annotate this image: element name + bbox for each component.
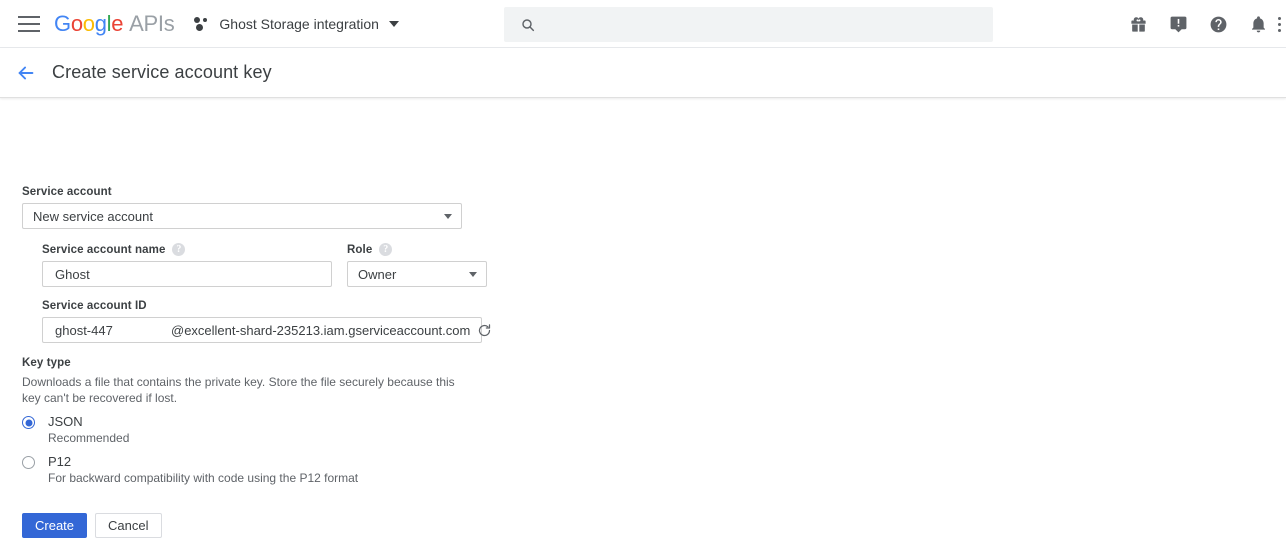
service-account-name-label: Service account name ? — [42, 243, 332, 256]
role-label: Role ? — [347, 243, 487, 256]
hamburger-bar — [18, 22, 40, 25]
radio-p12[interactable] — [22, 456, 35, 469]
key-type-option-p12[interactable]: P12 For backward compatibility with code… — [22, 454, 542, 486]
service-account-name-field: Service account name ? — [42, 243, 332, 287]
hamburger-bar — [18, 29, 40, 32]
help-circle-icon[interactable]: ? — [379, 243, 393, 256]
service-account-id-input-wrap[interactable]: @excellent-shard-235213.iam.gserviceacco… — [42, 317, 491, 343]
hamburger-bar — [18, 15, 40, 18]
form-action-buttons: Create Cancel — [22, 513, 542, 538]
radio-p12-label: P12 — [48, 454, 72, 469]
service-account-id-label: Service account ID — [42, 300, 147, 312]
search-box[interactable] — [504, 7, 993, 42]
page-header: Create service account key — [0, 48, 1286, 98]
gift-icon[interactable] — [1118, 4, 1158, 44]
radio-json[interactable] — [22, 416, 35, 429]
service-account-name-label-text: Service account name — [42, 243, 166, 256]
name-role-row: Service account name ? Role ? Owner — [42, 243, 542, 287]
help-icon[interactable] — [1198, 4, 1238, 44]
create-button[interactable]: Create — [22, 513, 88, 538]
more-vert-icon[interactable] — [1278, 0, 1286, 48]
service-account-name-input-wrap[interactable] — [42, 261, 332, 287]
feedback-icon[interactable] — [1158, 4, 1198, 44]
radio-p12-sublabel: For backward compatibility with code usi… — [48, 471, 359, 485]
search-icon — [522, 18, 535, 31]
logo-letter-g2: g — [94, 10, 107, 36]
chevron-down-icon — [469, 271, 477, 277]
service-account-label: Service account — [22, 186, 112, 198]
logo-letter-o2: o — [82, 10, 95, 36]
project-dots-icon — [194, 15, 211, 32]
key-type-section: Key type Downloads a file that contains … — [22, 357, 542, 486]
key-type-label: Key type — [22, 357, 71, 369]
key-type-option-json[interactable]: JSON Recommended — [22, 414, 542, 446]
notifications-icon[interactable] — [1238, 4, 1278, 44]
top-app-bar: Go o g l e APIs Ghost Storage integration — [0, 0, 1286, 48]
service-account-id-input[interactable] — [53, 321, 171, 339]
logo-letter-e: e — [111, 10, 124, 36]
logo-suffix-apis: APIs — [129, 10, 175, 36]
key-type-json-row[interactable]: JSON — [22, 414, 542, 429]
key-type-p12-row[interactable]: P12 — [22, 454, 542, 469]
hamburger-icon[interactable] — [18, 15, 40, 32]
role-value: Owner — [358, 266, 397, 282]
page-title: Create service account key — [52, 62, 272, 82]
google-apis-logo[interactable]: Go o g l e APIs — [54, 10, 175, 36]
service-account-name-input[interactable] — [53, 265, 323, 283]
role-field: Role ? Owner — [347, 243, 487, 287]
project-selector-label[interactable]: Ghost Storage integration — [219, 16, 379, 32]
service-account-id-domain: @excellent-shard-235213.iam.gserviceacco… — [171, 322, 471, 338]
radio-json-label: JSON — [48, 414, 83, 429]
radio-json-sublabel: Recommended — [48, 431, 130, 445]
help-circle-icon[interactable]: ? — [172, 243, 186, 256]
chevron-down-icon — [444, 213, 452, 219]
chevron-down-icon[interactable] — [388, 20, 399, 27]
logo-letter-o1: o — [70, 10, 83, 36]
arrow-back-icon[interactable] — [14, 61, 38, 85]
role-select[interactable]: Owner — [347, 261, 487, 287]
key-type-description: Downloads a file that contains the priva… — [22, 375, 455, 405]
topbar-icon-group — [1118, 0, 1286, 48]
role-label-text: Role — [347, 243, 373, 256]
service-account-value: New service account — [33, 208, 153, 224]
cancel-button[interactable]: Cancel — [95, 513, 162, 538]
service-account-id-field: Service account ID @excellent-shard-2352… — [42, 300, 491, 343]
refresh-icon[interactable] — [477, 323, 492, 338]
service-account-select[interactable]: New service account — [22, 203, 462, 229]
create-service-account-key-form: Service account New service account Serv… — [22, 186, 542, 538]
search-input[interactable] — [550, 15, 950, 34]
service-account-field: Service account New service account — [22, 186, 542, 229]
logo-letter-g1: G — [54, 10, 71, 36]
